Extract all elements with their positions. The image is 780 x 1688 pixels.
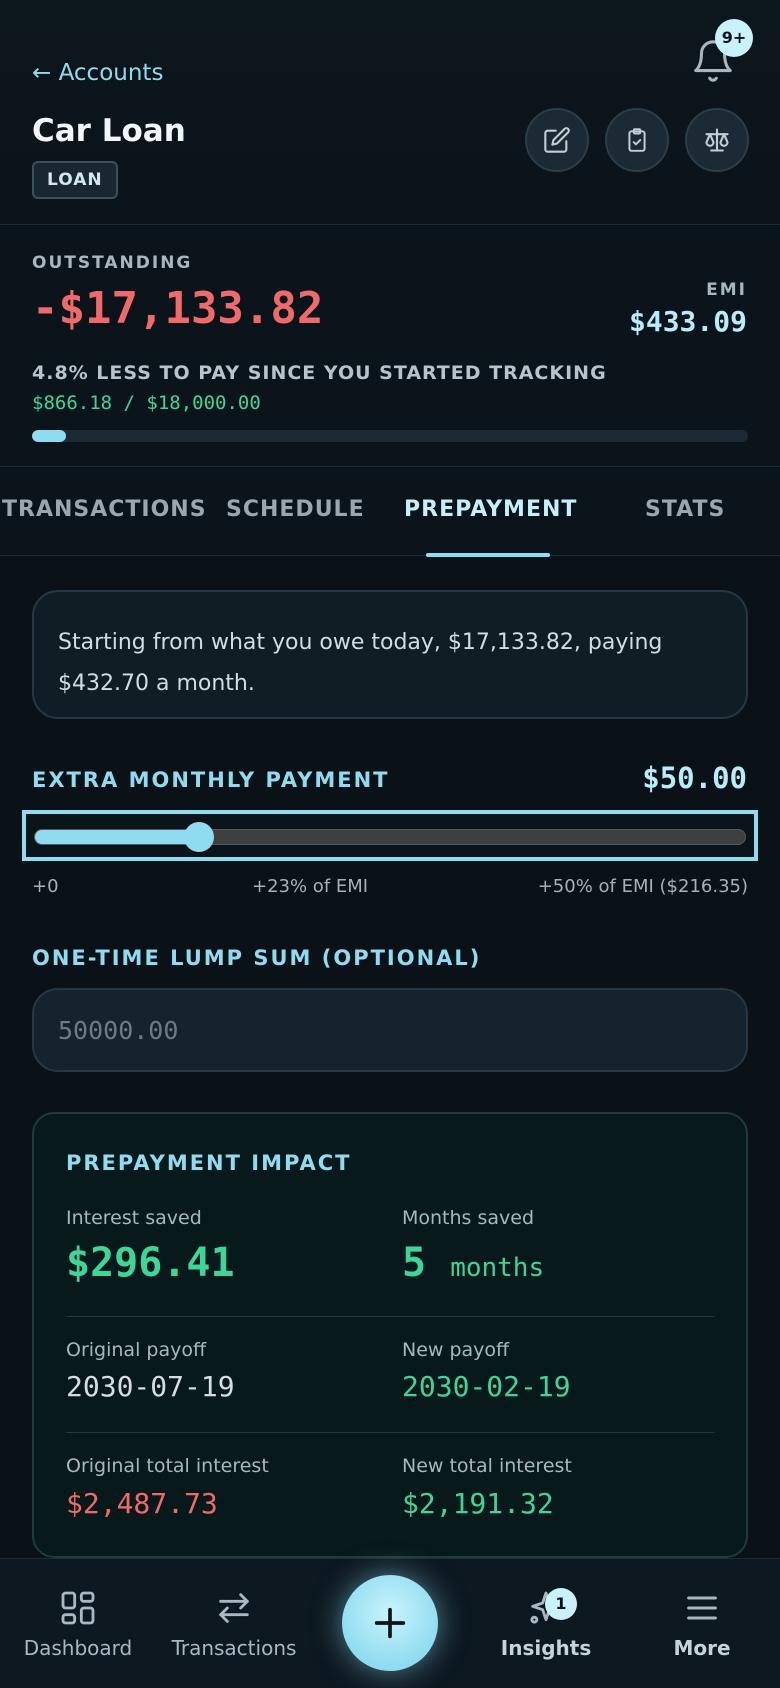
original-interest-value: $2,487.73 [66, 1487, 218, 1520]
slider-tick-mid: +23% of EMI [252, 876, 369, 897]
months-saved-value: 5 months [402, 1240, 544, 1286]
extra-payment-value: $50.00 [642, 761, 747, 795]
progress-amounts: $866.18 / $18,000.00 [32, 392, 261, 414]
slider-fill [35, 830, 200, 844]
nav-insights[interactable]: Insights [494, 1558, 598, 1688]
nav-more[interactable]: More [652, 1558, 752, 1688]
new-payoff-value: 2030-02-19 [402, 1370, 571, 1403]
payoff-progress-fill [32, 430, 67, 442]
active-tab-indicator [426, 553, 550, 557]
plus-icon [374, 1607, 406, 1639]
arrows-swap-icon [219, 1593, 249, 1623]
months-saved-label: Months saved [402, 1207, 535, 1229]
lump-sum-label: ONE-TIME LUMP SUM (OPTIONAL) [32, 946, 482, 970]
dashboard-icon [61, 1591, 95, 1625]
nav-transactions[interactable]: Transactions [168, 1558, 300, 1688]
edit-icon [544, 127, 570, 153]
tab-transactions[interactable]: TRANSACTIONS [2, 497, 207, 522]
nav-insights-label: Insights [500, 1636, 592, 1660]
slider-tick-min: +0 [32, 876, 59, 897]
scale-icon [705, 128, 729, 152]
new-interest-label: New total interest [402, 1455, 572, 1477]
impact-divider [66, 1316, 714, 1317]
nav-dashboard-label: Dashboard [23, 1636, 133, 1660]
new-payoff-label: New payoff [402, 1339, 510, 1361]
outstanding-value: -$17,133.82 [32, 283, 324, 334]
reconcile-button[interactable] [605, 108, 669, 172]
clipboard-check-icon [628, 128, 646, 152]
tab-stats[interactable]: STATS [645, 497, 725, 522]
outstanding-label: OUTSTANDING [32, 253, 193, 273]
add-transaction-button[interactable] [342, 1575, 438, 1671]
progress-text: 4.8% LESS TO PAY SINCE YOU STARTED TRACK… [32, 362, 607, 384]
insights-count-badge: 1 [545, 1588, 577, 1620]
tab-prepayment[interactable]: PREPAYMENT [404, 497, 577, 522]
original-interest-label: Original total interest [66, 1455, 269, 1477]
extra-payment-label: EXTRA MONTHLY PAYMENT [32, 768, 390, 792]
nav-transactions-label: Transactions [171, 1636, 297, 1660]
balance-button[interactable] [685, 108, 749, 172]
prepayment-info-card: Starting from what you owe today, $17,13… [32, 590, 748, 719]
original-payoff-label: Original payoff [66, 1339, 207, 1361]
notifications-count-badge: 9+ [715, 19, 753, 57]
impact-title: PREPAYMENT IMPACT [66, 1151, 352, 1175]
new-interest-value: $2,191.32 [402, 1487, 554, 1520]
slider-handle[interactable] [183, 822, 214, 852]
payoff-progress-bar [32, 430, 748, 442]
extra-payment-slider[interactable] [34, 829, 746, 845]
nav-more-label: More [673, 1636, 731, 1660]
menu-icon [687, 1596, 717, 1620]
interest-saved-value: $296.41 [66, 1240, 235, 1286]
emi-label: EMI [706, 280, 747, 300]
slider-tick-max: +50% of EMI ($216.35) [537, 876, 748, 897]
tab-schedule[interactable]: SCHEDULE [226, 497, 365, 522]
lump-sum-input[interactable] [32, 988, 748, 1072]
original-payoff-value: 2030-07-19 [66, 1370, 235, 1403]
account-type-badge: LOAN [32, 161, 118, 199]
emi-value: $433.09 [628, 305, 747, 338]
months-saved-number: 5 [402, 1240, 427, 1286]
interest-saved-label: Interest saved [66, 1207, 202, 1229]
impact-divider [66, 1432, 714, 1433]
months-saved-unit: months [450, 1253, 545, 1283]
page-title: Car Loan [32, 113, 186, 149]
edit-account-button[interactable] [525, 108, 589, 172]
back-to-accounts-link[interactable]: ← Accounts [32, 60, 163, 86]
nav-dashboard[interactable]: Dashboard [18, 1558, 138, 1688]
